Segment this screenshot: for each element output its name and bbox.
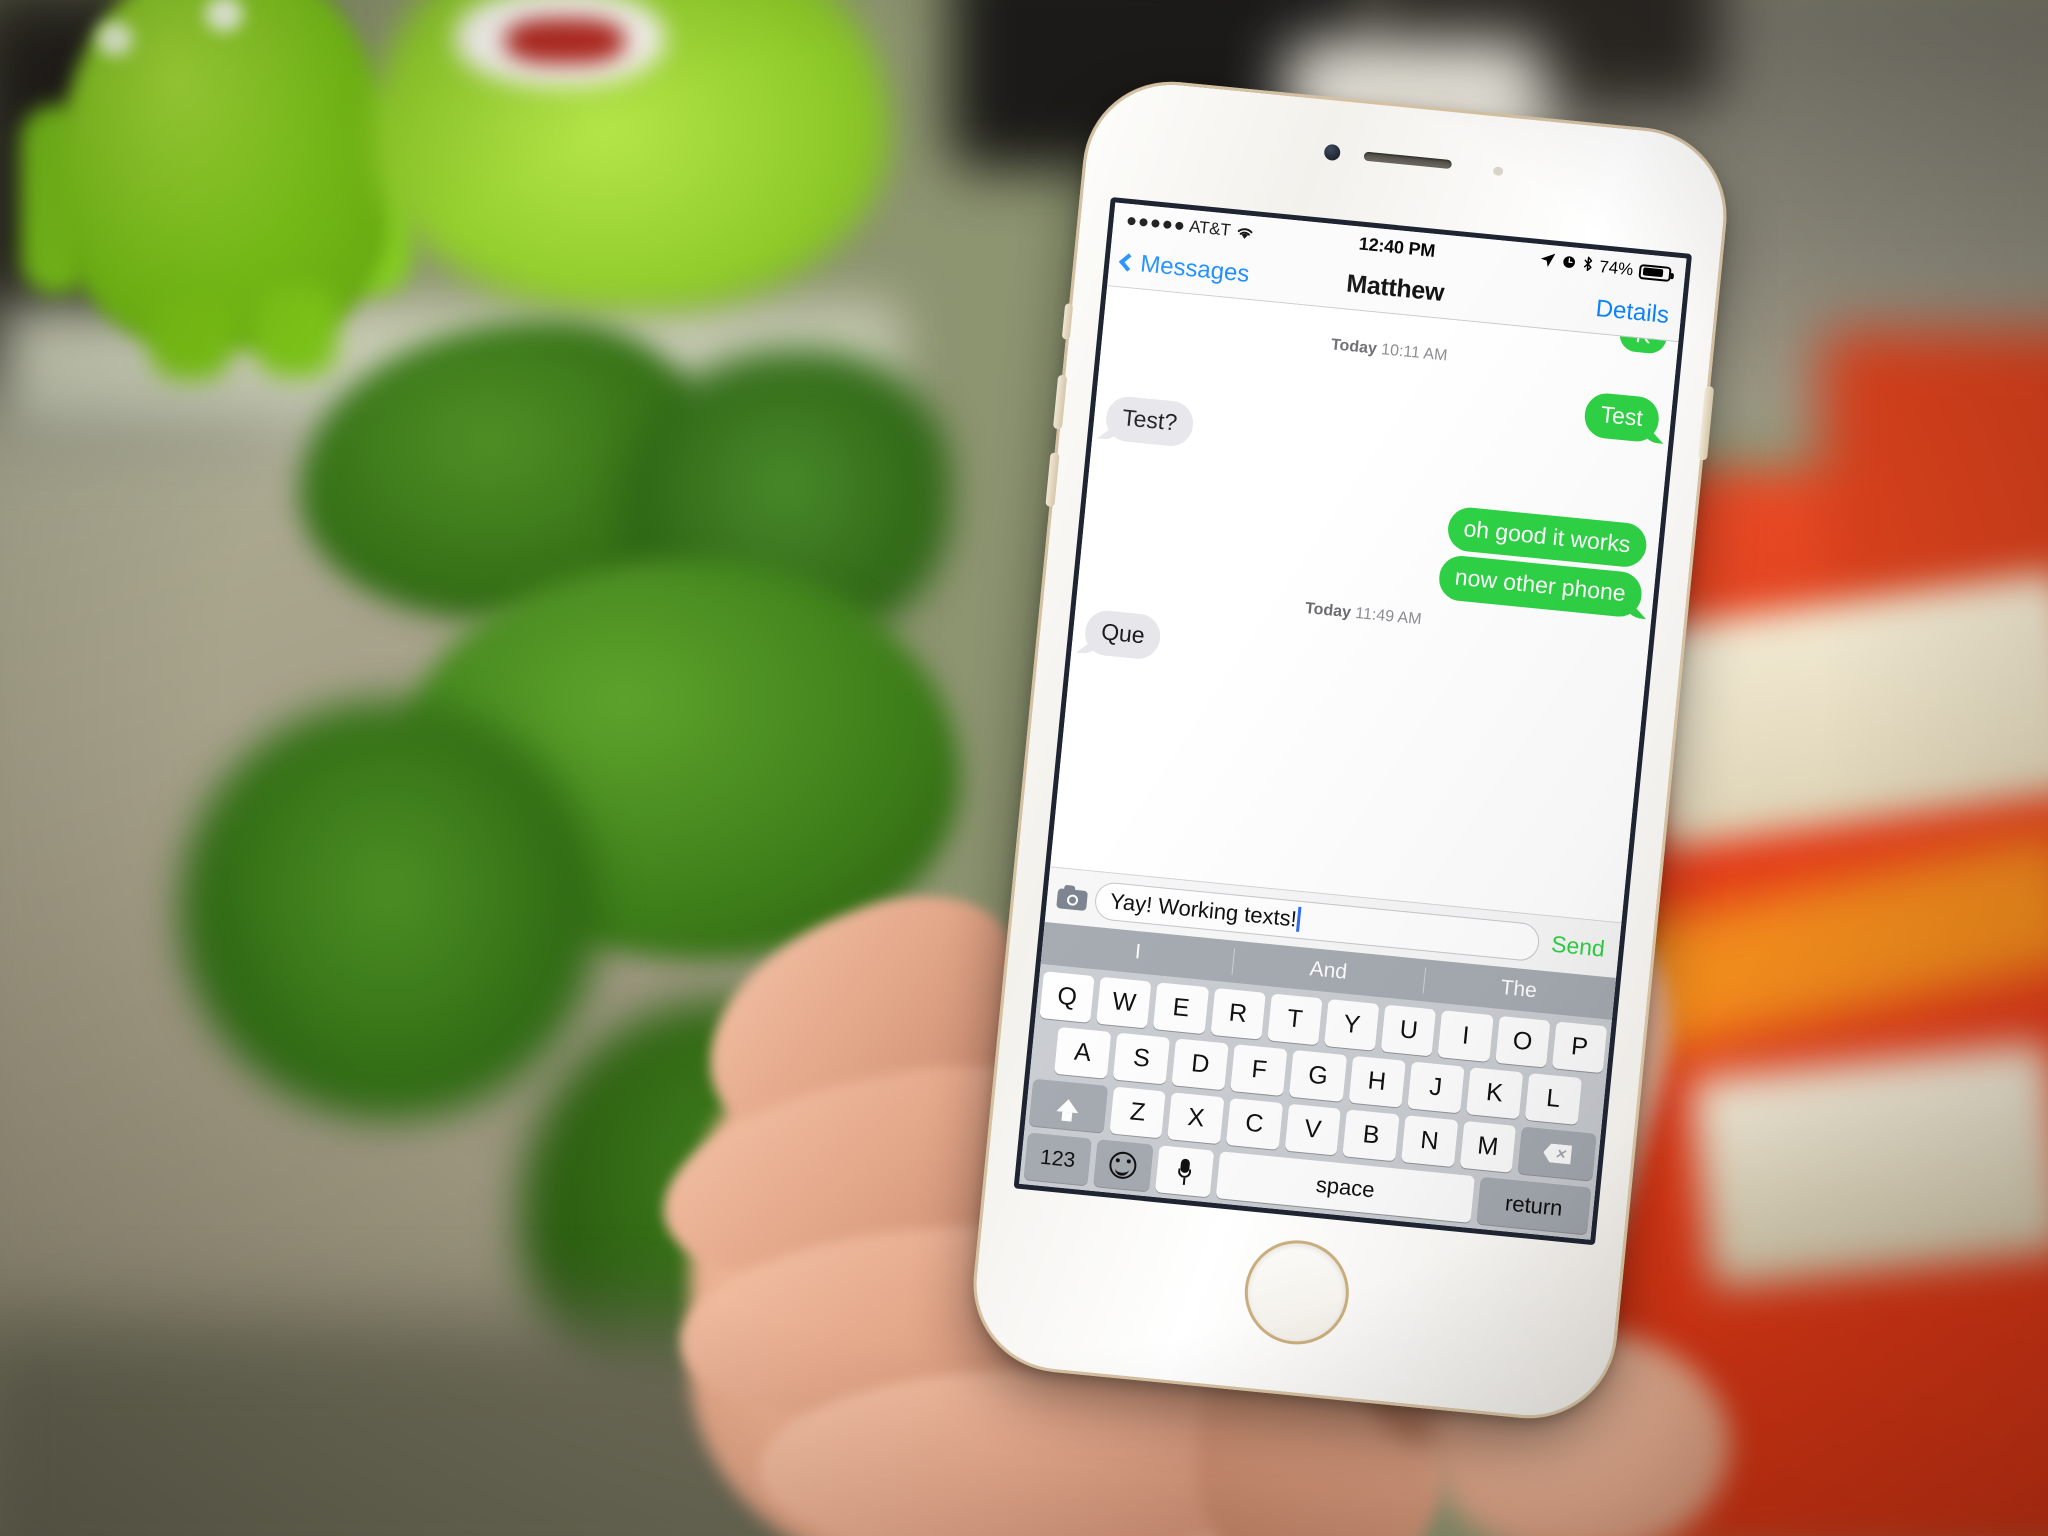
key-o[interactable]: O: [1494, 1015, 1551, 1068]
key-m[interactable]: M: [1459, 1120, 1517, 1173]
alarm-clock-icon: [1560, 253, 1577, 274]
send-button[interactable]: Send: [1546, 930, 1610, 963]
message-input-value: Yay! Working texts!: [1108, 887, 1298, 932]
status-bar-clock: 12:40 PM: [1357, 233, 1437, 261]
back-button-label: Messages: [1139, 249, 1251, 288]
key-u[interactable]: U: [1380, 1004, 1437, 1057]
backspace-delete-icon: ✕: [1542, 1143, 1572, 1165]
key-f[interactable]: F: [1230, 1044, 1288, 1097]
location-arrow-icon: [1539, 251, 1557, 273]
wifi-icon: [1236, 224, 1255, 240]
key-g[interactable]: G: [1289, 1049, 1347, 1102]
iphone-device: AT&T 12:40 PM 74% Messages Matthew Detai…: [965, 73, 1735, 1427]
onscreen-keyboard: I And The Q W E R T Y U I O P A S D F G …: [1019, 922, 1617, 1240]
conversation-title: Matthew: [1345, 269, 1446, 307]
battery-icon: [1638, 263, 1672, 282]
key-l[interactable]: L: [1524, 1073, 1583, 1125]
key-r[interactable]: R: [1210, 987, 1266, 1040]
key-z[interactable]: Z: [1109, 1086, 1167, 1139]
key-d[interactable]: D: [1171, 1038, 1230, 1091]
shift-arrow-icon: [1056, 1098, 1080, 1114]
dictation-key[interactable]: [1154, 1145, 1215, 1198]
battery-percent-label: 74%: [1598, 257, 1635, 280]
return-key[interactable]: return: [1476, 1176, 1592, 1235]
timestamp-day: Today: [1330, 336, 1378, 358]
timestamp-time: 11:49 AM: [1354, 604, 1423, 629]
bluetooth-icon: [1581, 255, 1594, 277]
key-a[interactable]: A: [1054, 1026, 1112, 1079]
chevron-left-icon: [1118, 253, 1138, 272]
key-h[interactable]: H: [1348, 1055, 1406, 1108]
key-p[interactable]: P: [1551, 1021, 1608, 1074]
key-k[interactable]: K: [1465, 1067, 1524, 1120]
message-bubble-incoming[interactable]: Test?: [1104, 394, 1196, 448]
timestamp-time: 10:11 AM: [1380, 341, 1449, 365]
microphone-icon: [1177, 1158, 1192, 1185]
message-bubble-incoming[interactable]: Que: [1083, 608, 1163, 661]
details-button[interactable]: Details: [1595, 294, 1671, 329]
key-t[interactable]: T: [1267, 993, 1323, 1046]
delete-key[interactable]: ✕: [1517, 1126, 1597, 1181]
signal-strength-icon: [1127, 216, 1184, 231]
key-c[interactable]: C: [1225, 1097, 1283, 1150]
key-x[interactable]: X: [1167, 1092, 1225, 1145]
key-s[interactable]: S: [1112, 1032, 1171, 1085]
emoji-key[interactable]: [1093, 1139, 1154, 1192]
emoji-smiley-icon: [1108, 1150, 1138, 1181]
key-b[interactable]: B: [1342, 1109, 1400, 1162]
back-to-messages-button[interactable]: Messages: [1118, 248, 1251, 288]
message-bubble-outgoing[interactable]: Test: [1582, 391, 1661, 444]
key-j[interactable]: J: [1406, 1061, 1465, 1114]
key-v[interactable]: V: [1284, 1103, 1342, 1156]
key-w[interactable]: W: [1096, 976, 1152, 1029]
timestamp-day: Today: [1304, 599, 1352, 622]
shift-key[interactable]: [1028, 1078, 1108, 1133]
status-bar-left: AT&T: [1127, 211, 1256, 243]
carrier-name: AT&T: [1188, 216, 1232, 240]
message-list[interactable]: K Today 10:11 AM Test Test? oh good it w…: [1050, 286, 1679, 923]
key-y[interactable]: Y: [1324, 999, 1380, 1051]
camera-icon[interactable]: [1056, 884, 1089, 911]
key-q[interactable]: Q: [1039, 971, 1095, 1023]
key-i[interactable]: I: [1437, 1010, 1494, 1063]
phone-screen: AT&T 12:40 PM 74% Messages Matthew Detai…: [1013, 197, 1693, 1246]
key-e[interactable]: E: [1153, 982, 1209, 1035]
key-n[interactable]: N: [1400, 1115, 1458, 1168]
numbers-key[interactable]: 123: [1023, 1132, 1092, 1186]
